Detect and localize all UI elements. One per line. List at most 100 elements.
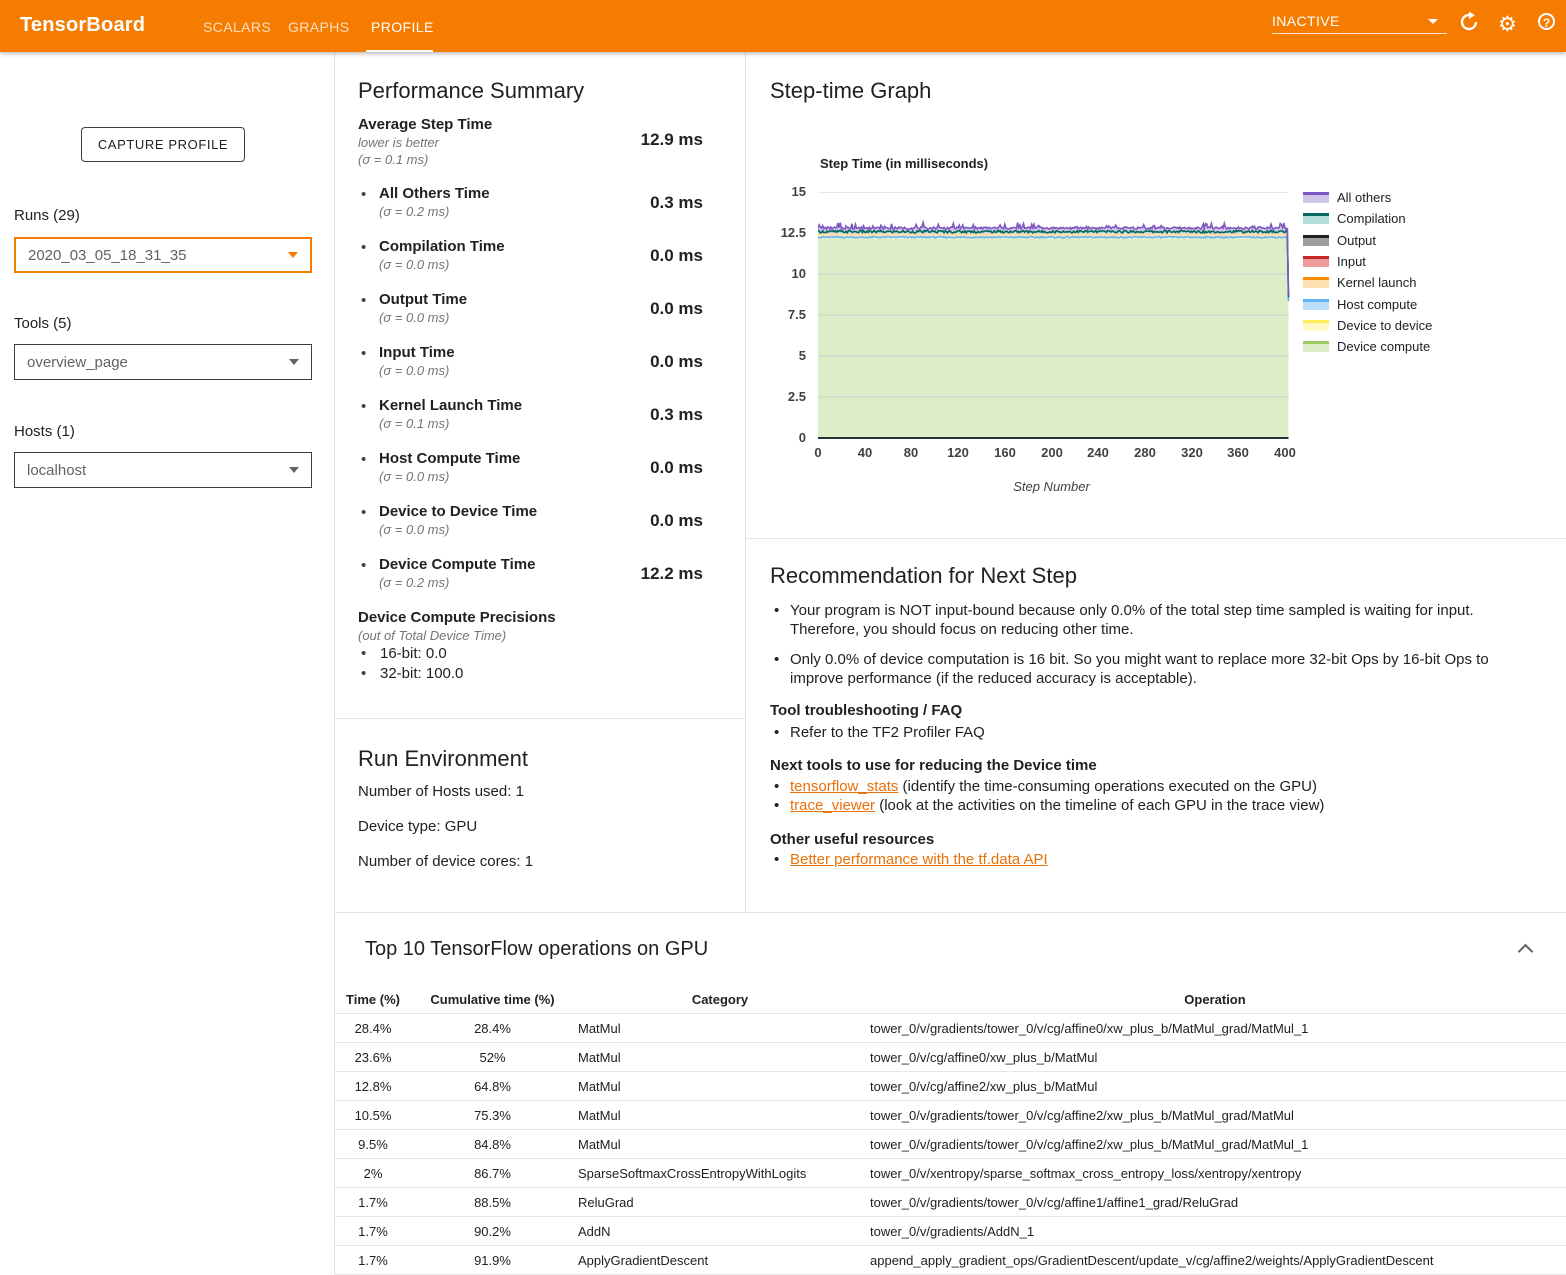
app-title: TensorBoard [20, 14, 145, 37]
perf-item-sigma: (σ = 0.0 ms) [379, 257, 449, 272]
cell-time: 12.8% [335, 1072, 411, 1101]
perf-item-value: 0.0 ms [558, 246, 703, 266]
run-env-device-type: Device type: GPU [358, 818, 477, 835]
precisions-title: Device Compute Precisions [358, 609, 556, 626]
legend-swatch-icon [1303, 277, 1329, 288]
legend-label: Device to device [1337, 318, 1432, 333]
legend-swatch-icon [1303, 235, 1329, 246]
resources-title: Other useful resources [770, 831, 934, 848]
perf-item-value: 0.0 ms [558, 511, 703, 531]
y-axis-tick: 10 [760, 266, 806, 281]
cell-operation: tower_0/v/gradients/tower_0/v/cg/affine0… [870, 1014, 1308, 1043]
status-select-value[interactable]: INACTIVE [1272, 13, 1340, 29]
legend-swatch-icon [1303, 192, 1329, 203]
avg-step-time-sigma: (σ = 0.1 ms) [358, 152, 428, 167]
tab-scalars[interactable]: SCALARS [203, 0, 271, 52]
tfdata-api-link[interactable]: Better performance with the tf.data API [790, 851, 1048, 868]
help-icon[interactable]: ? [1538, 13, 1555, 30]
perf-item-sigma: (σ = 0.2 ms) [379, 204, 449, 219]
reload-icon[interactable] [1458, 11, 1480, 38]
cell-operation: tower_0/v/cg/affine0/xw_plus_b/MatMul [870, 1043, 1097, 1072]
perf-item-label: Host Compute Time [379, 450, 520, 467]
x-axis-tick: 280 [1120, 445, 1170, 460]
cell-category: MatMul [578, 1072, 621, 1101]
x-axis-tick: 400 [1260, 445, 1310, 460]
x-axis-tick: 360 [1213, 445, 1263, 460]
tensorflow-stats-link[interactable]: tensorflow_stats [790, 778, 898, 795]
table-row: 9.5%84.8%MatMultower_0/v/gradients/tower… [335, 1130, 1566, 1159]
app-toolbar: TensorBoard SCALARS GRAPHS PROFILE INACT… [0, 0, 1566, 52]
tab-profile[interactable]: PROFILE [371, 0, 434, 52]
tools-label: Tools (5) [14, 315, 72, 332]
recommendation-bullet-2: • Only 0.0% of device computation is 16 … [790, 650, 1535, 688]
tools-select[interactable]: overview_page [14, 344, 312, 380]
table-row: 1.7%91.9%ApplyGradientDescentappend_appl… [335, 1246, 1566, 1275]
run-env-hosts: Number of Hosts used: 1 [358, 783, 524, 800]
active-tab-underline [366, 50, 433, 52]
legend-swatch-icon [1303, 299, 1329, 310]
cell-category: ReluGrad [578, 1188, 634, 1217]
bullet-dot: • [361, 557, 366, 574]
next-tools-title: Next tools to use for reducing the Devic… [770, 757, 1097, 774]
bullet-dot: • [361, 345, 366, 362]
column-divider [745, 52, 746, 912]
perf-item-sigma: (σ = 0.1 ms) [379, 416, 449, 431]
perf-item-label: Device Compute Time [379, 556, 535, 573]
bullet-dot: • [361, 398, 366, 415]
cell-category: MatMul [578, 1014, 621, 1043]
bullet-dot: • [361, 665, 366, 682]
y-axis-tick: 7.5 [760, 307, 806, 322]
chart-xlabel: Step Number [818, 479, 1285, 494]
precisions-note: (out of Total Device Time) [358, 628, 506, 643]
settings-gear-icon[interactable]: ⚙ [1498, 13, 1517, 37]
legend-item: Host compute [1303, 296, 1417, 312]
perf-item-value: 0.3 ms [558, 193, 703, 213]
avg-step-time-label: Average Step Time [358, 116, 492, 133]
cell-cumulative: 28.4% [425, 1014, 560, 1043]
capture-profile-button[interactable]: CAPTURE PROFILE [81, 127, 245, 162]
trace-viewer-link[interactable]: trace_viewer [790, 797, 875, 814]
cell-operation: tower_0/v/cg/affine2/xw_plus_b/MatMul [870, 1072, 1097, 1101]
perf-item-value: 0.3 ms [558, 405, 703, 425]
cell-operation: tower_0/v/xentropy/sparse_softmax_cross_… [870, 1159, 1301, 1188]
legend-item: All others [1303, 189, 1391, 205]
sidebar: CAPTURE PROFILE Runs (29) 2020_03_05_18_… [0, 52, 335, 1275]
cell-cumulative: 88.5% [425, 1188, 560, 1217]
legend-item: Device to device [1303, 317, 1432, 333]
hosts-select-value: localhost [27, 462, 86, 479]
step-time-graph-title: Step-time Graph [770, 78, 931, 104]
bullet-dot: • [774, 723, 779, 742]
y-axis-tick: 2.5 [760, 389, 806, 404]
cell-operation: tower_0/v/gradients/tower_0/v/cg/affine2… [870, 1101, 1294, 1130]
legend-swatch-icon [1303, 213, 1329, 224]
hosts-select[interactable]: localhost [14, 452, 312, 488]
x-axis-tick: 160 [980, 445, 1030, 460]
col-header-category: Category [560, 985, 880, 1014]
cell-operation: tower_0/v/gradients/tower_0/v/cg/affine1… [870, 1188, 1238, 1217]
status-select-underline [1272, 33, 1447, 34]
bullet-dot: • [361, 239, 366, 256]
runs-select[interactable]: 2020_03_05_18_31_35 [14, 237, 312, 273]
cell-operation: append_apply_gradient_ops/GradientDescen… [870, 1246, 1433, 1275]
perf-item-label: Kernel Launch Time [379, 397, 522, 414]
chevron-down-icon[interactable] [1428, 19, 1438, 24]
y-axis-tick: 0 [760, 430, 806, 445]
legend-label: Kernel launch [1337, 275, 1417, 290]
run-env-cores: Number of device cores: 1 [358, 853, 533, 870]
table-row: 23.6%52%MatMultower_0/v/cg/affine0/xw_pl… [335, 1043, 1566, 1072]
x-axis-tick: 320 [1167, 445, 1217, 460]
cell-cumulative: 90.2% [425, 1217, 560, 1246]
y-axis-tick: 12.5 [760, 225, 806, 240]
cell-time: 2% [335, 1159, 411, 1188]
cell-operation: tower_0/v/gradients/AddN_1 [870, 1217, 1034, 1246]
faq-item: • Refer to the TF2 Profiler FAQ [790, 723, 985, 742]
legend-item: Device compute [1303, 338, 1430, 354]
cell-time: 10.5% [335, 1101, 411, 1130]
bullet-dot: • [361, 504, 366, 521]
cell-category: MatMul [578, 1101, 621, 1130]
perf-item-sigma: (σ = 0.0 ms) [379, 522, 449, 537]
tab-graphs[interactable]: GRAPHS [288, 0, 350, 52]
collapse-chevron-up-icon[interactable] [1518, 944, 1534, 960]
legend-label: Host compute [1337, 297, 1417, 312]
table-row: 28.4%28.4%MatMultower_0/v/gradients/towe… [335, 1014, 1566, 1043]
